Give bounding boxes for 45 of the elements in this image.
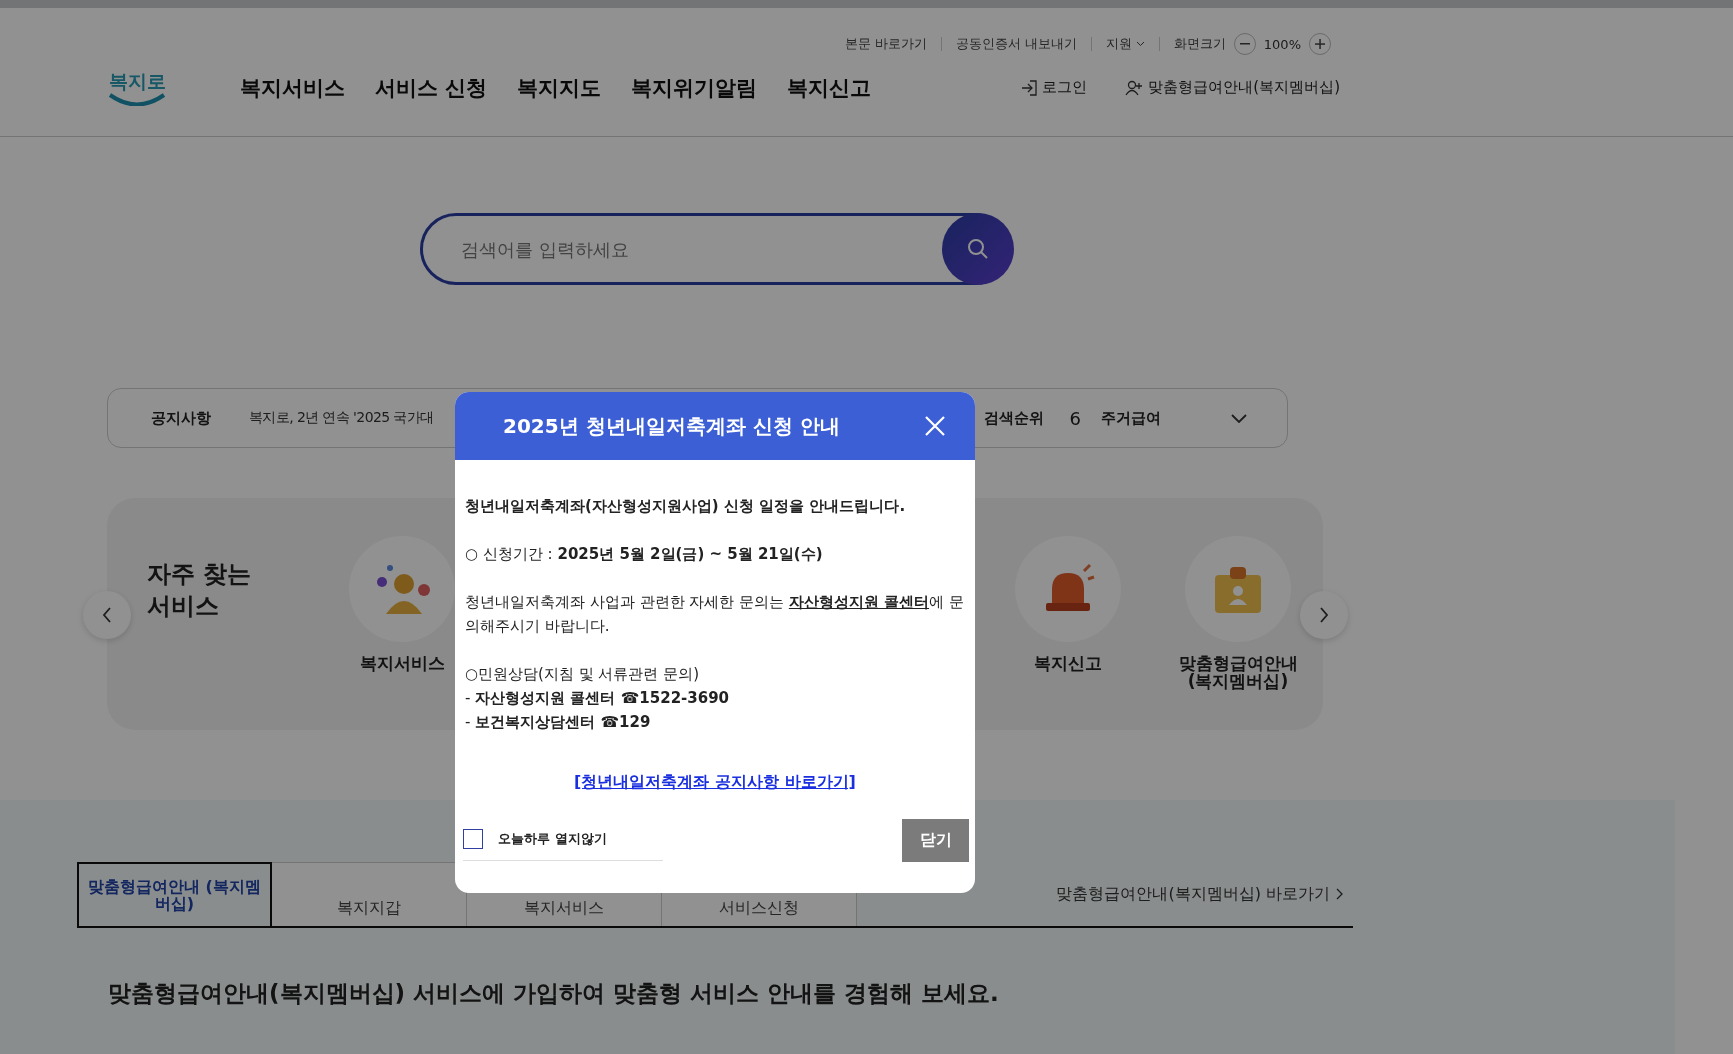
chevron-down-icon[interactable] [1231,413,1247,423]
nav-item[interactable]: 복지서비스 [240,73,345,102]
nav-item[interactable]: 복지신고 [787,73,872,102]
notice-link[interactable]: [청년내일저축계좌 공지사항 바로가기] [574,772,856,791]
dialog-paragraph: 청년내일저축계좌(자산형성지원사업) 신청 일정을 안내드립니다. [465,496,907,517]
dialog-paragraph: ○ 신청기간 : 2025년 5월 2일(금) ~ 5월 21일(수) [465,544,824,565]
notice-link[interactable]: 복지로, 2년 연속 '2025 국가대 [249,409,434,427]
membership-link[interactable]: 맞춤형급여안내(복지멤버십) 바로가기 [1056,883,1353,905]
dialog-line: - 자산형성지원 콜센터 ☎1522-3690 [465,688,731,709]
chevron-left-icon [102,607,112,623]
tab[interactable]: 맞춤형급여안내 (복지멤버십) [77,862,272,926]
login-link[interactable]: 로그인 [1021,78,1088,97]
section-headline: 맞춤형급여안내(복지멤버십) 서비스에 가입하여 맞춤형 서비스 안내를 경험해 보세요. [108,979,1000,1008]
tab[interactable]: 복지지갑 [272,862,467,926]
membership-link[interactable]: 맞춤형급여안내(복지멤버십) [1125,78,1341,97]
chevron-right-icon [1336,888,1343,900]
zoom-value: 100% [1262,36,1302,52]
dialog-line: ○민원상담(지침 및 서류관련 문의) [465,664,701,685]
support-dropdown[interactable]: 지원 [1091,37,1160,51]
close-icon[interactable] [923,414,947,438]
dialog-paragraph: 청년내일저축계좌 사업과 관련한 자세한 문의는 자산형성지원 콜센터에 문의해주시기 바랍니다. [465,592,965,637]
section-title: 자주 찾는 서비스 [147,559,253,622]
dialog-title: 2025년 청년내일저축계좌 신청 안내 [503,412,840,440]
utility-link[interactable]: 공동인증서 내보내기 [941,37,1092,51]
plus-icon [1315,39,1325,49]
minus-icon [1239,43,1250,45]
close-button[interactable]: 닫기 [902,819,969,862]
utility-link[interactable]: 본문 바로가기 [830,37,942,51]
nav-item[interactable]: 서비스 신청 [375,73,488,102]
login-icon [1021,79,1038,96]
checkbox-label: 오늘하루 열지않기 [498,830,607,848]
ranking-label: 검색순위 [983,408,1044,428]
zoom-label: 화면크기 [1172,35,1227,53]
zoom-in-button[interactable] [1309,33,1331,55]
dialog-line: - 보건복지상담센터 ☎129 [465,712,652,733]
ranking-term[interactable]: 주거급여 [1101,408,1161,428]
rank-number: 6 [1069,407,1081,429]
checkbox[interactable] [463,829,483,849]
nav-item[interactable]: 복지위기알림 [631,73,758,102]
chevron-right-icon [1319,607,1329,623]
notice-label: 공지사항 [151,408,211,428]
nav-item[interactable]: 복지지도 [517,73,602,102]
chevron-down-icon [1135,41,1145,47]
search-icon [967,238,989,260]
add-user-icon [1125,79,1144,96]
